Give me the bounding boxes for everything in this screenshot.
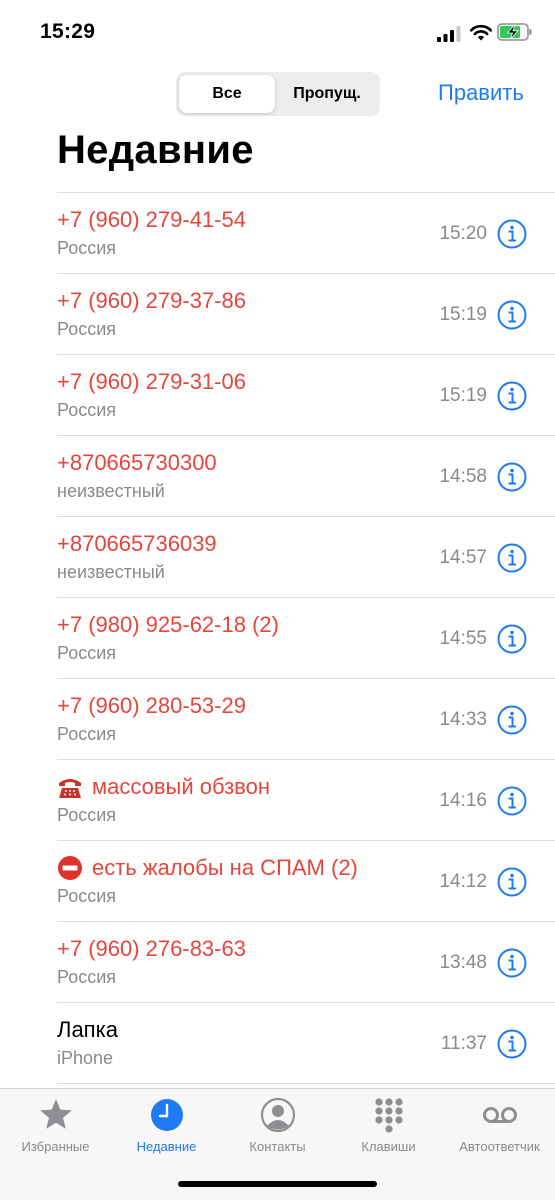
info-icon[interactable] <box>497 624 527 654</box>
info-icon[interactable] <box>497 462 527 492</box>
call-location: Россия <box>57 319 117 339</box>
info-icon[interactable] <box>497 381 527 411</box>
list-divider <box>57 1083 555 1084</box>
call-time: 15:19 <box>439 385 487 406</box>
calls-filter-segmented-control: Все Пропущ. <box>176 72 380 116</box>
info-icon[interactable] <box>497 705 527 735</box>
wifi-icon <box>469 24 493 41</box>
call-number: +870665736039 <box>57 531 217 556</box>
call-number: +7 (960) 276-83-63 <box>57 936 246 961</box>
call-number: +7 (960) 280-53-29 <box>57 693 246 718</box>
info-icon[interactable] <box>497 219 527 249</box>
call-time: 13:48 <box>439 952 487 973</box>
call-time: 11:37 <box>440 1033 487 1054</box>
call-time: 14:55 <box>439 628 487 649</box>
tab-label: Избранные <box>21 1139 90 1154</box>
call-name-text: есть жалобы на СПАМ (2) <box>92 855 358 880</box>
call-label: есть жалобы на СПАМ (2) <box>57 855 358 881</box>
segment-missed-button[interactable]: Пропущ. <box>276 75 378 113</box>
no-entry-emoji-icon <box>58 856 82 880</box>
info-icon[interactable] <box>497 867 527 897</box>
cellular-signal-icon <box>437 26 461 42</box>
battery-charging-icon <box>497 23 532 41</box>
call-time: 15:20 <box>439 223 487 244</box>
tab-label: Недавние <box>136 1139 197 1154</box>
call-device: iPhone <box>57 1048 114 1068</box>
keypad-icon <box>374 1098 403 1133</box>
call-location: неизвестный <box>57 481 165 501</box>
call-label: массовый обзвон <box>57 774 270 800</box>
info-icon[interactable] <box>497 300 527 330</box>
call-row[interactable]: Лапка iPhone 11:37 <box>57 1002 555 1083</box>
info-icon[interactable] <box>497 948 527 978</box>
call-row[interactable]: есть жалобы на СПАМ (2) Россия 14:12 <box>57 840 555 921</box>
tab-label: Клавиши <box>361 1139 416 1154</box>
call-row[interactable]: +7 (960) 280-53-29 Россия 14:33 <box>57 678 555 759</box>
call-location: Россия <box>57 643 117 663</box>
tab-recents[interactable]: Недавние <box>111 1097 222 1159</box>
info-icon[interactable] <box>497 786 527 816</box>
clock-icon <box>150 1099 183 1131</box>
page-title: Недавние <box>57 128 254 172</box>
telephone-emoji-icon <box>59 779 81 798</box>
call-number: +7 (960) 279-37-86 <box>57 288 246 313</box>
call-number: +7 (960) 279-41-54 <box>57 207 246 232</box>
call-number: +7 (960) 279-31-06 <box>57 369 246 394</box>
info-icon[interactable] <box>497 543 527 573</box>
call-time: 15:19 <box>439 304 487 325</box>
tab-label: Контакты <box>249 1139 306 1154</box>
voicemail-icon <box>482 1107 517 1123</box>
status-bar: 15:29 <box>0 0 555 66</box>
tab-favorites[interactable]: Избранные <box>0 1097 111 1159</box>
call-row[interactable]: +7 (960) 279-31-06 Россия 15:19 <box>57 354 555 435</box>
call-location: Россия <box>57 967 117 987</box>
call-location: Россия <box>57 400 117 420</box>
tab-keypad[interactable]: Клавиши <box>333 1097 444 1159</box>
tab-contacts[interactable]: Контакты <box>222 1097 333 1159</box>
call-time: 14:12 <box>439 871 487 892</box>
call-name-text: массовый обзвон <box>92 774 271 799</box>
call-location: Россия <box>57 238 117 258</box>
call-location: Россия <box>57 886 117 906</box>
call-row[interactable]: +7 (960) 279-37-86 Россия 15:19 <box>57 273 555 354</box>
segment-all-button[interactable]: Все <box>179 75 275 113</box>
status-time: 15:29 <box>40 20 96 43</box>
call-location: Россия <box>57 724 117 744</box>
call-row[interactable]: +870665730300 неизвестный 14:58 <box>57 435 555 516</box>
call-row[interactable]: +7 (960) 276-83-63 Россия 13:48 <box>57 921 555 1002</box>
tab-voicemail[interactable]: Автоответчик <box>444 1097 555 1159</box>
call-row[interactable]: +870665736039 неизвестный 14:57 <box>57 516 555 597</box>
call-time: 14:58 <box>439 466 487 487</box>
call-number: +7 (980) 925-62-18 (2) <box>57 612 279 637</box>
call-row[interactable]: +7 (980) 925-62-18 (2) Россия 14:55 <box>57 597 555 678</box>
home-indicator[interactable] <box>178 1181 377 1187</box>
info-icon[interactable] <box>497 1029 527 1059</box>
call-location: неизвестный <box>57 562 165 582</box>
call-location: Россия <box>57 805 117 825</box>
call-number: +870665730300 <box>57 450 217 475</box>
recent-calls-list: +7 (960) 279-41-54 Россия 15:20 +7 (960)… <box>57 192 555 1083</box>
call-time: 14:57 <box>439 547 487 568</box>
edit-button[interactable]: Править <box>438 80 524 106</box>
person-circle-icon <box>260 1097 295 1133</box>
call-row[interactable]: массовый обзвон Россия 14:16 <box>57 759 555 840</box>
call-contact-name: Лапка <box>57 1017 118 1042</box>
call-row[interactable]: +7 (960) 279-41-54 Россия 15:20 <box>57 192 555 273</box>
tab-label: Автоответчик <box>459 1139 540 1154</box>
star-icon <box>39 1099 72 1129</box>
call-time: 14:16 <box>439 790 487 811</box>
call-time: 14:33 <box>439 709 487 730</box>
